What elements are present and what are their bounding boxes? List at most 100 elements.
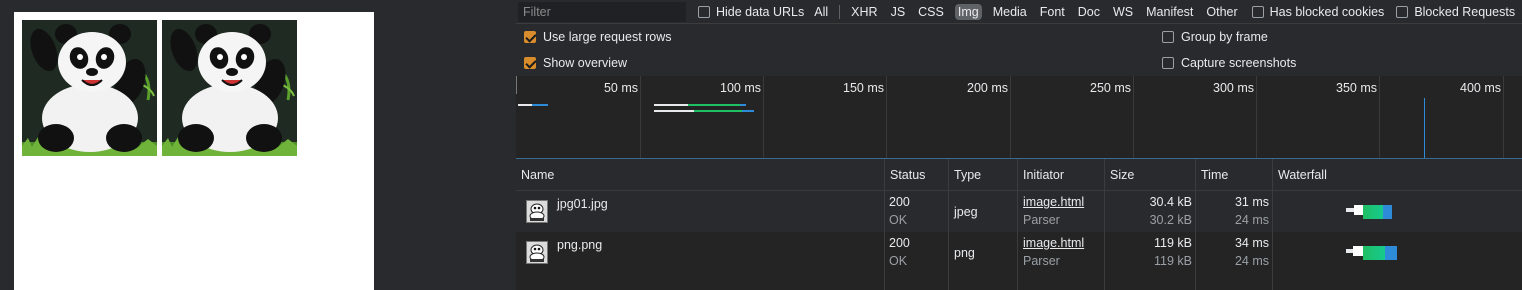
- type-filter-js[interactable]: JS: [889, 4, 908, 20]
- tick-divider: [763, 76, 764, 158]
- tick-divider: [1379, 76, 1380, 158]
- initiator-link[interactable]: image.html: [1023, 236, 1084, 250]
- checkbox-icon[interactable]: [1162, 57, 1174, 69]
- overview-bar: [740, 104, 746, 106]
- panda-image-png: [162, 20, 297, 156]
- timeline-overview[interactable]: 50 ms 100 ms 150 ms 200 ms 250 ms 300 ms…: [516, 76, 1522, 158]
- capture-screenshots-checkbox[interactable]: Capture screenshots: [1162, 56, 1296, 70]
- type-filter-media[interactable]: Media: [991, 4, 1029, 20]
- large-rows-label: Use large request rows: [543, 30, 672, 44]
- request-size: 30.4 kB: [1149, 195, 1192, 209]
- requests-table: Name Status Type Initiator Size Time Wat…: [516, 158, 1522, 290]
- column-divider[interactable]: [948, 159, 949, 290]
- tick-divider: [1133, 76, 1134, 158]
- checkbox-icon[interactable]: [1162, 31, 1174, 43]
- tick-divider: [1256, 76, 1257, 158]
- settings-row-1: Use large request rows Group by frame: [516, 24, 1522, 50]
- checkbox-icon[interactable]: [1251, 5, 1264, 18]
- overview-start-handle[interactable]: [516, 76, 517, 94]
- tick-label-50ms: 50 ms: [603, 81, 638, 95]
- tick-label-150ms: 150 ms: [843, 81, 884, 95]
- overview-bar: [688, 104, 740, 106]
- table-header: Name Status Type Initiator Size Time Wat…: [516, 159, 1522, 191]
- group-by-frame-checkbox[interactable]: Group by frame: [1162, 30, 1268, 44]
- divider: [839, 4, 841, 19]
- settings-row-2: Show overview Capture screenshots: [516, 50, 1522, 76]
- tick-label-200ms: 200 ms: [967, 81, 1008, 95]
- request-status: 200: [889, 195, 910, 209]
- tick-label-350ms: 350 ms: [1336, 81, 1377, 95]
- request-status: 200: [889, 236, 910, 250]
- filter-toolbar: Hide data URLs All XHR JS CSS Img Media …: [516, 0, 1522, 24]
- waterfall-download-bar: [1383, 205, 1392, 219]
- column-divider[interactable]: [884, 159, 885, 290]
- request-status-text: OK: [889, 213, 908, 227]
- waterfall-ttfb-bar: [1363, 205, 1383, 219]
- tick-label-400ms: 400 ms: [1460, 81, 1501, 95]
- waterfall-download-bar: [1385, 246, 1397, 260]
- type-filter-font[interactable]: Font: [1038, 4, 1067, 20]
- column-header-time[interactable]: Time: [1196, 159, 1228, 191]
- tick-divider: [640, 76, 641, 158]
- request-name: jpg01.jpg: [557, 197, 608, 211]
- blocked-requests-checkbox[interactable]: Blocked Requests: [1396, 5, 1515, 19]
- waterfall-wait-bar: [1353, 246, 1363, 256]
- overview-bar: [694, 110, 742, 112]
- large-rows-checkbox[interactable]: Use large request rows: [524, 30, 672, 44]
- table-row[interactable]: png.png 200 OK png image.html Parser 119…: [516, 232, 1522, 273]
- image-thumbnail-icon: [526, 200, 548, 223]
- page-preview: [0, 0, 385, 290]
- request-type: png: [954, 246, 975, 260]
- overview-bar: [532, 104, 548, 106]
- checkbox-checked-icon[interactable]: [524, 57, 536, 69]
- column-header-size[interactable]: Size: [1105, 159, 1134, 191]
- initiator-sub: Parser: [1023, 254, 1060, 268]
- request-resource-size: 30.2 kB: [1149, 213, 1192, 227]
- table-row[interactable]: jpg01.jpg 200 OK jpeg image.html Parser …: [516, 191, 1522, 232]
- type-filter-img[interactable]: Img: [954, 3, 982, 20]
- column-divider[interactable]: [1272, 159, 1273, 290]
- request-name: png.png: [557, 238, 603, 252]
- type-filter-xhr[interactable]: XHR: [849, 4, 879, 20]
- network-panel: Hide data URLs All XHR JS CSS Img Media …: [516, 0, 1522, 290]
- type-filter-css[interactable]: CSS: [916, 4, 946, 20]
- type-filter-manifest[interactable]: Manifest: [1144, 4, 1195, 20]
- request-time: 31 ms: [1234, 195, 1269, 209]
- overview-bar: [518, 104, 532, 106]
- tick-divider: [886, 76, 887, 158]
- column-divider[interactable]: [1195, 159, 1196, 290]
- show-overview-checkbox[interactable]: Show overview: [524, 56, 627, 70]
- overview-bar: [654, 110, 694, 112]
- type-filter-all[interactable]: All: [812, 4, 830, 20]
- type-filter-doc[interactable]: Doc: [1076, 4, 1102, 20]
- filter-input[interactable]: [518, 1, 686, 22]
- tick-divider: [1503, 76, 1504, 158]
- tick-divider: [1010, 76, 1011, 158]
- waterfall-ttfb-bar: [1363, 246, 1385, 260]
- column-divider[interactable]: [1017, 159, 1018, 290]
- checkbox-icon[interactable]: [1396, 5, 1409, 18]
- load-event-marker: [1424, 98, 1425, 158]
- tick-label-100ms: 100 ms: [720, 81, 761, 95]
- request-time: 34 ms: [1234, 236, 1269, 250]
- column-header-status[interactable]: Status: [885, 159, 925, 191]
- overview-bar: [654, 104, 688, 106]
- column-header-name[interactable]: Name: [516, 159, 554, 191]
- checkbox-icon[interactable]: [698, 5, 710, 18]
- tick-label-300ms: 300 ms: [1213, 81, 1254, 95]
- column-header-waterfall[interactable]: Waterfall: [1273, 159, 1327, 191]
- column-divider[interactable]: [1104, 159, 1105, 290]
- type-filter-other[interactable]: Other: [1204, 4, 1239, 20]
- group-by-frame-label: Group by frame: [1181, 30, 1268, 44]
- blocked-requests-label: Blocked Requests: [1414, 4, 1516, 19]
- initiator-link[interactable]: image.html: [1023, 195, 1084, 209]
- column-header-type[interactable]: Type: [949, 159, 981, 191]
- request-latency: 24 ms: [1234, 254, 1269, 268]
- hide-data-urls-checkbox[interactable]: Hide data URLs: [698, 5, 804, 19]
- checkbox-checked-icon[interactable]: [524, 31, 536, 43]
- type-filter-ws[interactable]: WS: [1111, 4, 1135, 20]
- column-header-initiator[interactable]: Initiator: [1018, 159, 1064, 191]
- waterfall-wait-bar: [1354, 205, 1363, 215]
- has-blocked-cookies-checkbox[interactable]: Has blocked cookies: [1251, 5, 1384, 19]
- panda-image-jpg: [22, 20, 157, 156]
